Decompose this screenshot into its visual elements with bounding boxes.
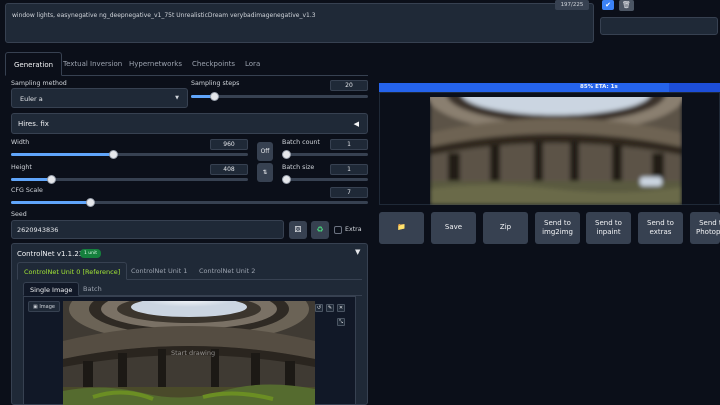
cfg-scale-label: CFG Scale bbox=[11, 187, 43, 194]
sampling-method-value: Euler a bbox=[20, 95, 43, 103]
slider-thumb[interactable] bbox=[85, 198, 95, 207]
folder-icon[interactable]: 📁 bbox=[379, 212, 424, 244]
swap-dimensions-icon[interactable]: ⇅ bbox=[257, 163, 273, 182]
width-input[interactable]: 960 bbox=[210, 139, 248, 150]
recycle-icon[interactable]: ♻ bbox=[311, 221, 329, 239]
width-slider[interactable] bbox=[11, 150, 248, 159]
check-icon[interactable]: ✔ bbox=[602, 0, 614, 10]
edit-icon[interactable]: ✎ bbox=[326, 304, 334, 312]
progress-text: 85% ETA: 1s bbox=[580, 84, 618, 90]
send-to-extras-button[interactable]: Send to extras bbox=[638, 212, 683, 244]
styles-dropdown[interactable] bbox=[600, 17, 718, 35]
send-to-photopea-label: Send to Photopea bbox=[696, 218, 720, 236]
image-icon: ▣ bbox=[33, 304, 38, 310]
progress-bar-fill bbox=[379, 83, 669, 92]
chevron-down-icon: ▼ bbox=[175, 95, 179, 101]
batch-count-label: Batch count bbox=[282, 139, 320, 146]
batch-count-input[interactable]: 1 bbox=[330, 139, 368, 150]
hires-fix-accordion[interactable]: Hires. fix ◀ bbox=[11, 113, 368, 134]
hires-toggle-button[interactable]: Off bbox=[257, 142, 273, 161]
tab-lora[interactable]: Lora bbox=[237, 52, 268, 76]
extra-checkbox[interactable] bbox=[334, 226, 342, 234]
send-to-img2img-button[interactable]: Send to img2img bbox=[535, 212, 580, 244]
tab-textual-inversion[interactable]: Textual Inversion bbox=[55, 52, 130, 76]
tab-generation[interactable]: Generation bbox=[5, 52, 63, 76]
sampling-steps-slider[interactable] bbox=[191, 92, 368, 101]
image-mode-tabs: Single Image Batch bbox=[23, 282, 362, 296]
save-button[interactable]: Save bbox=[431, 212, 476, 244]
cfg-scale-input[interactable]: 7 bbox=[330, 187, 368, 198]
prompt-textarea[interactable]: window lights, easynegative ng_deepnegat… bbox=[5, 3, 594, 43]
close-icon[interactable]: ✕ bbox=[337, 304, 345, 312]
slider-thumb[interactable] bbox=[282, 175, 291, 184]
tab-batch[interactable]: Batch bbox=[77, 282, 108, 296]
zip-button[interactable]: Zip bbox=[483, 212, 528, 244]
seed-input[interactable]: 2620943836 bbox=[11, 220, 284, 239]
sampling-steps-label: Sampling steps bbox=[191, 80, 240, 87]
slider-thumb[interactable] bbox=[108, 150, 118, 159]
brush-icon[interactable]: ⤡ bbox=[337, 318, 345, 326]
tab-single-image[interactable]: Single Image bbox=[23, 282, 80, 296]
cfg-scale-slider[interactable] bbox=[11, 198, 368, 207]
undo-icon[interactable]: ↺ bbox=[315, 304, 323, 312]
batch-size-input[interactable]: 1 bbox=[330, 164, 368, 175]
image-label-text: Image bbox=[39, 304, 55, 310]
main-tabs: Generation Textual Inversion Hypernetwor… bbox=[5, 52, 368, 76]
height-slider[interactable] bbox=[11, 175, 248, 184]
controlnet-unit-tabs: ControlNet Unit 0 [Reference] ControlNet… bbox=[17, 262, 362, 280]
slider-fill bbox=[11, 178, 52, 181]
output-image[interactable] bbox=[430, 97, 682, 205]
slider-fill bbox=[11, 201, 90, 204]
sampling-steps-input[interactable]: 20 bbox=[330, 80, 368, 91]
prompt-text: window lights, easynegative ng_deepnegat… bbox=[12, 12, 316, 19]
slider-fill bbox=[11, 153, 113, 156]
tab-controlnet-unit-1[interactable]: ControlNet Unit 1 bbox=[125, 262, 193, 280]
dice-icon[interactable]: ⚄ bbox=[289, 221, 307, 239]
slider-thumb[interactable] bbox=[282, 150, 291, 159]
extra-label: Extra bbox=[345, 226, 362, 233]
start-drawing-hint: Start drawing bbox=[171, 349, 216, 357]
trash-icon[interactable]: 🗑 bbox=[619, 0, 634, 11]
slider-thumb[interactable] bbox=[210, 92, 219, 101]
token-counter: 197/225 bbox=[555, 0, 589, 10]
batch-size-label: Batch size bbox=[282, 164, 315, 171]
collapse-triangle-icon: ◀ bbox=[353, 120, 359, 128]
batch-size-slider[interactable] bbox=[282, 175, 368, 184]
tab-hypernetworks[interactable]: Hypernetworks bbox=[121, 52, 190, 76]
height-input[interactable]: 408 bbox=[210, 164, 248, 175]
controlnet-unit-badge: 1 unit bbox=[80, 249, 102, 258]
expand-triangle-icon[interactable]: ▼ bbox=[355, 248, 360, 256]
width-label: Width bbox=[11, 139, 30, 146]
image-label: ▣ Image bbox=[28, 301, 60, 312]
send-to-photopea-button[interactable]: Send to Photopea bbox=[690, 212, 720, 244]
seed-label: Seed bbox=[11, 211, 27, 218]
send-to-inpaint-button[interactable]: Send to inpaint bbox=[586, 212, 631, 244]
tab-checkpoints[interactable]: Checkpoints bbox=[184, 52, 243, 76]
controlnet-title[interactable]: ControlNet v1.1.234 bbox=[17, 250, 88, 258]
sampling-method-select[interactable]: Euler a ▼ bbox=[11, 88, 188, 108]
tab-controlnet-unit-2[interactable]: ControlNet Unit 2 bbox=[193, 262, 261, 280]
height-label: Height bbox=[11, 164, 32, 171]
sampling-method-label: Sampling method bbox=[11, 80, 67, 87]
seed-value: 2620943836 bbox=[17, 226, 59, 234]
batch-count-slider[interactable] bbox=[282, 150, 368, 159]
tab-controlnet-unit-0[interactable]: ControlNet Unit 0 [Reference] bbox=[17, 262, 128, 280]
hires-fix-label: Hires. fix bbox=[18, 120, 49, 128]
